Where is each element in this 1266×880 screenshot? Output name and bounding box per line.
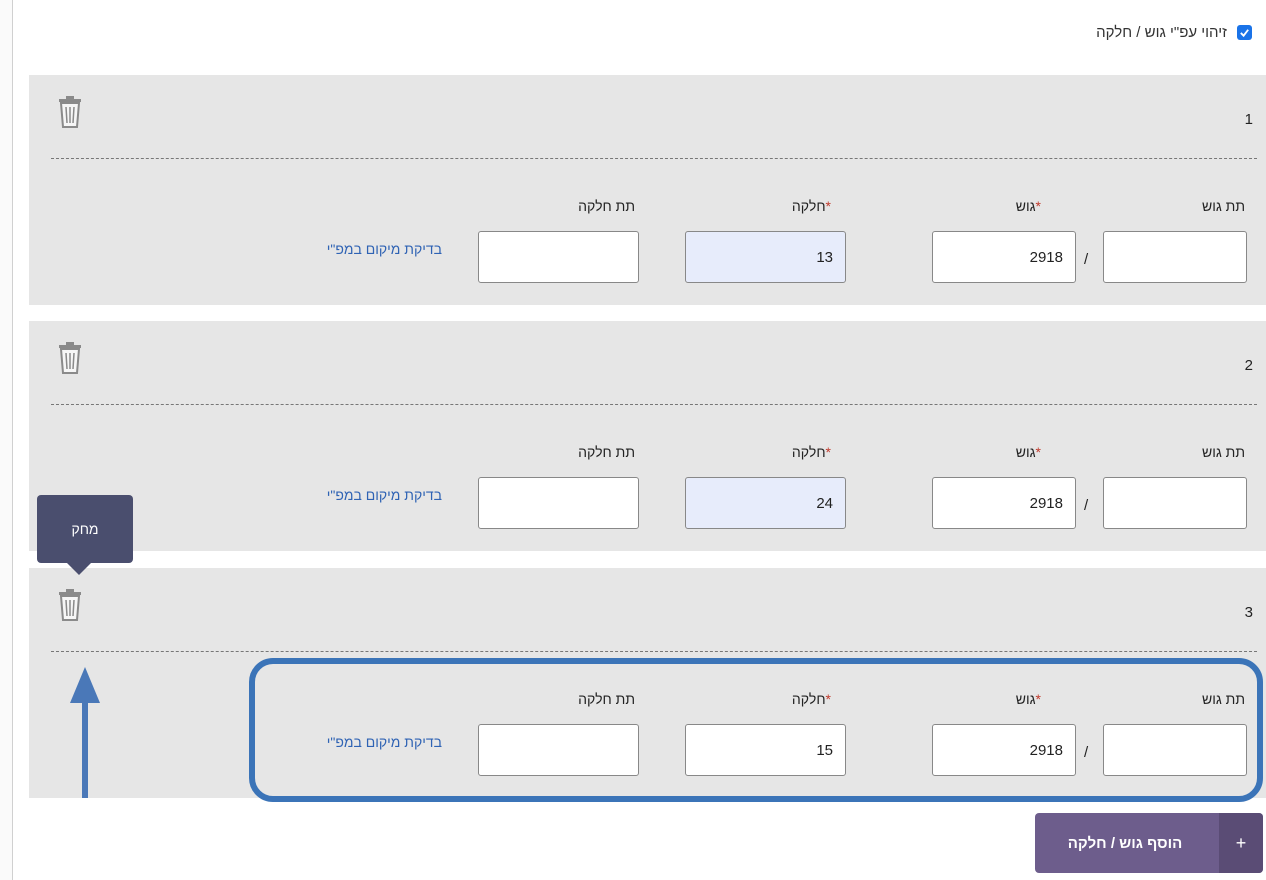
required-mark: * <box>1035 444 1041 460</box>
gush-separator: / <box>1084 744 1089 761</box>
divider <box>51 158 1257 159</box>
check-icon <box>1240 29 1249 38</box>
add-parcel-button[interactable]: + הוסף גוש / חלקה <box>1035 813 1263 873</box>
annotation-arrow-shaft <box>82 702 88 798</box>
plus-icon: + <box>1219 813 1263 873</box>
label-gush: *גוש <box>1016 691 1041 707</box>
label-gush: *גוש <box>1016 444 1041 460</box>
required-mark: * <box>825 691 831 707</box>
parcel-number: 2 <box>1244 357 1253 374</box>
trash-icon[interactable] <box>57 588 83 624</box>
parcel-block-3: 3 תת גוש *גוש *חלקה תת חלקה / בדיקת מיקו… <box>29 568 1266 798</box>
parcel-number: 1 <box>1244 111 1253 128</box>
parcel-block-1: 1 תת גוש *גוש *חלקה תת חלקה / בדיקת מיקו… <box>29 75 1266 305</box>
helka-input[interactable] <box>685 231 846 283</box>
identify-checkbox-label: זיהוי עפ"י גוש / חלקה <box>1096 24 1227 41</box>
tat-gush-input[interactable] <box>1103 477 1247 529</box>
tat-helka-input[interactable] <box>478 477 639 529</box>
gush-input[interactable] <box>932 477 1076 529</box>
label-helka-text: חלקה <box>791 198 826 214</box>
identify-checkbox[interactable] <box>1237 25 1252 40</box>
add-parcel-label: הוסף גוש / חלקה <box>1067 834 1183 852</box>
gush-input[interactable] <box>932 231 1076 283</box>
form-frame: זיהוי עפ"י גוש / חלקה 1 תת גוש *גוש *חלק… <box>12 0 1266 880</box>
label-tat-gush: תת גוש <box>1201 691 1245 707</box>
trash-icon[interactable] <box>57 341 83 377</box>
gush-separator: / <box>1084 251 1089 268</box>
gush-separator: / <box>1084 497 1089 514</box>
label-helka-text: חלקה <box>791 691 826 707</box>
gush-input[interactable] <box>932 724 1076 776</box>
required-mark: * <box>825 198 831 214</box>
divider <box>51 404 1257 405</box>
identify-by-parcel[interactable]: זיהוי עפ"י גוש / חלקה <box>1096 24 1252 41</box>
label-helka: *חלקה <box>792 198 831 214</box>
label-gush: *גוש <box>1016 198 1041 214</box>
label-gush-text: גוש <box>1015 444 1036 460</box>
label-tat-gush: תת גוש <box>1201 198 1245 214</box>
tat-gush-input[interactable] <box>1103 724 1247 776</box>
parcel-number: 3 <box>1244 604 1253 621</box>
trash-icon[interactable] <box>57 95 83 131</box>
label-gush-text: גוש <box>1015 691 1036 707</box>
required-mark: * <box>825 444 831 460</box>
arrow-up-icon <box>70 667 100 703</box>
label-helka: *חלקה <box>792 444 831 460</box>
delete-tooltip-text: מחק <box>71 521 99 537</box>
label-helka-text: חלקה <box>791 444 826 460</box>
tat-helka-input[interactable] <box>478 724 639 776</box>
map-check-link[interactable]: בדיקת מיקום במפ"י <box>327 241 442 257</box>
label-tat-helka: תת חלקה <box>578 444 635 460</box>
tat-helka-input[interactable] <box>478 231 639 283</box>
helka-input[interactable] <box>685 477 846 529</box>
label-tat-helka: תת חלקה <box>578 691 635 707</box>
label-gush-text: גוש <box>1015 198 1036 214</box>
parcel-block-2: 2 תת גוש *גוש *חלקה תת חלקה / בדיקת מיקו… <box>29 321 1266 551</box>
label-helka: *חלקה <box>792 691 831 707</box>
map-check-link[interactable]: בדיקת מיקום במפ"י <box>327 487 442 503</box>
helka-input[interactable] <box>685 724 846 776</box>
delete-tooltip: מחק <box>37 495 133 575</box>
divider <box>51 651 1257 652</box>
required-mark: * <box>1035 198 1041 214</box>
map-check-link[interactable]: בדיקת מיקום במפ"י <box>327 734 442 750</box>
tat-gush-input[interactable] <box>1103 231 1247 283</box>
required-mark: * <box>1035 691 1041 707</box>
label-tat-helka: תת חלקה <box>578 198 635 214</box>
label-tat-gush: תת גוש <box>1201 444 1245 460</box>
